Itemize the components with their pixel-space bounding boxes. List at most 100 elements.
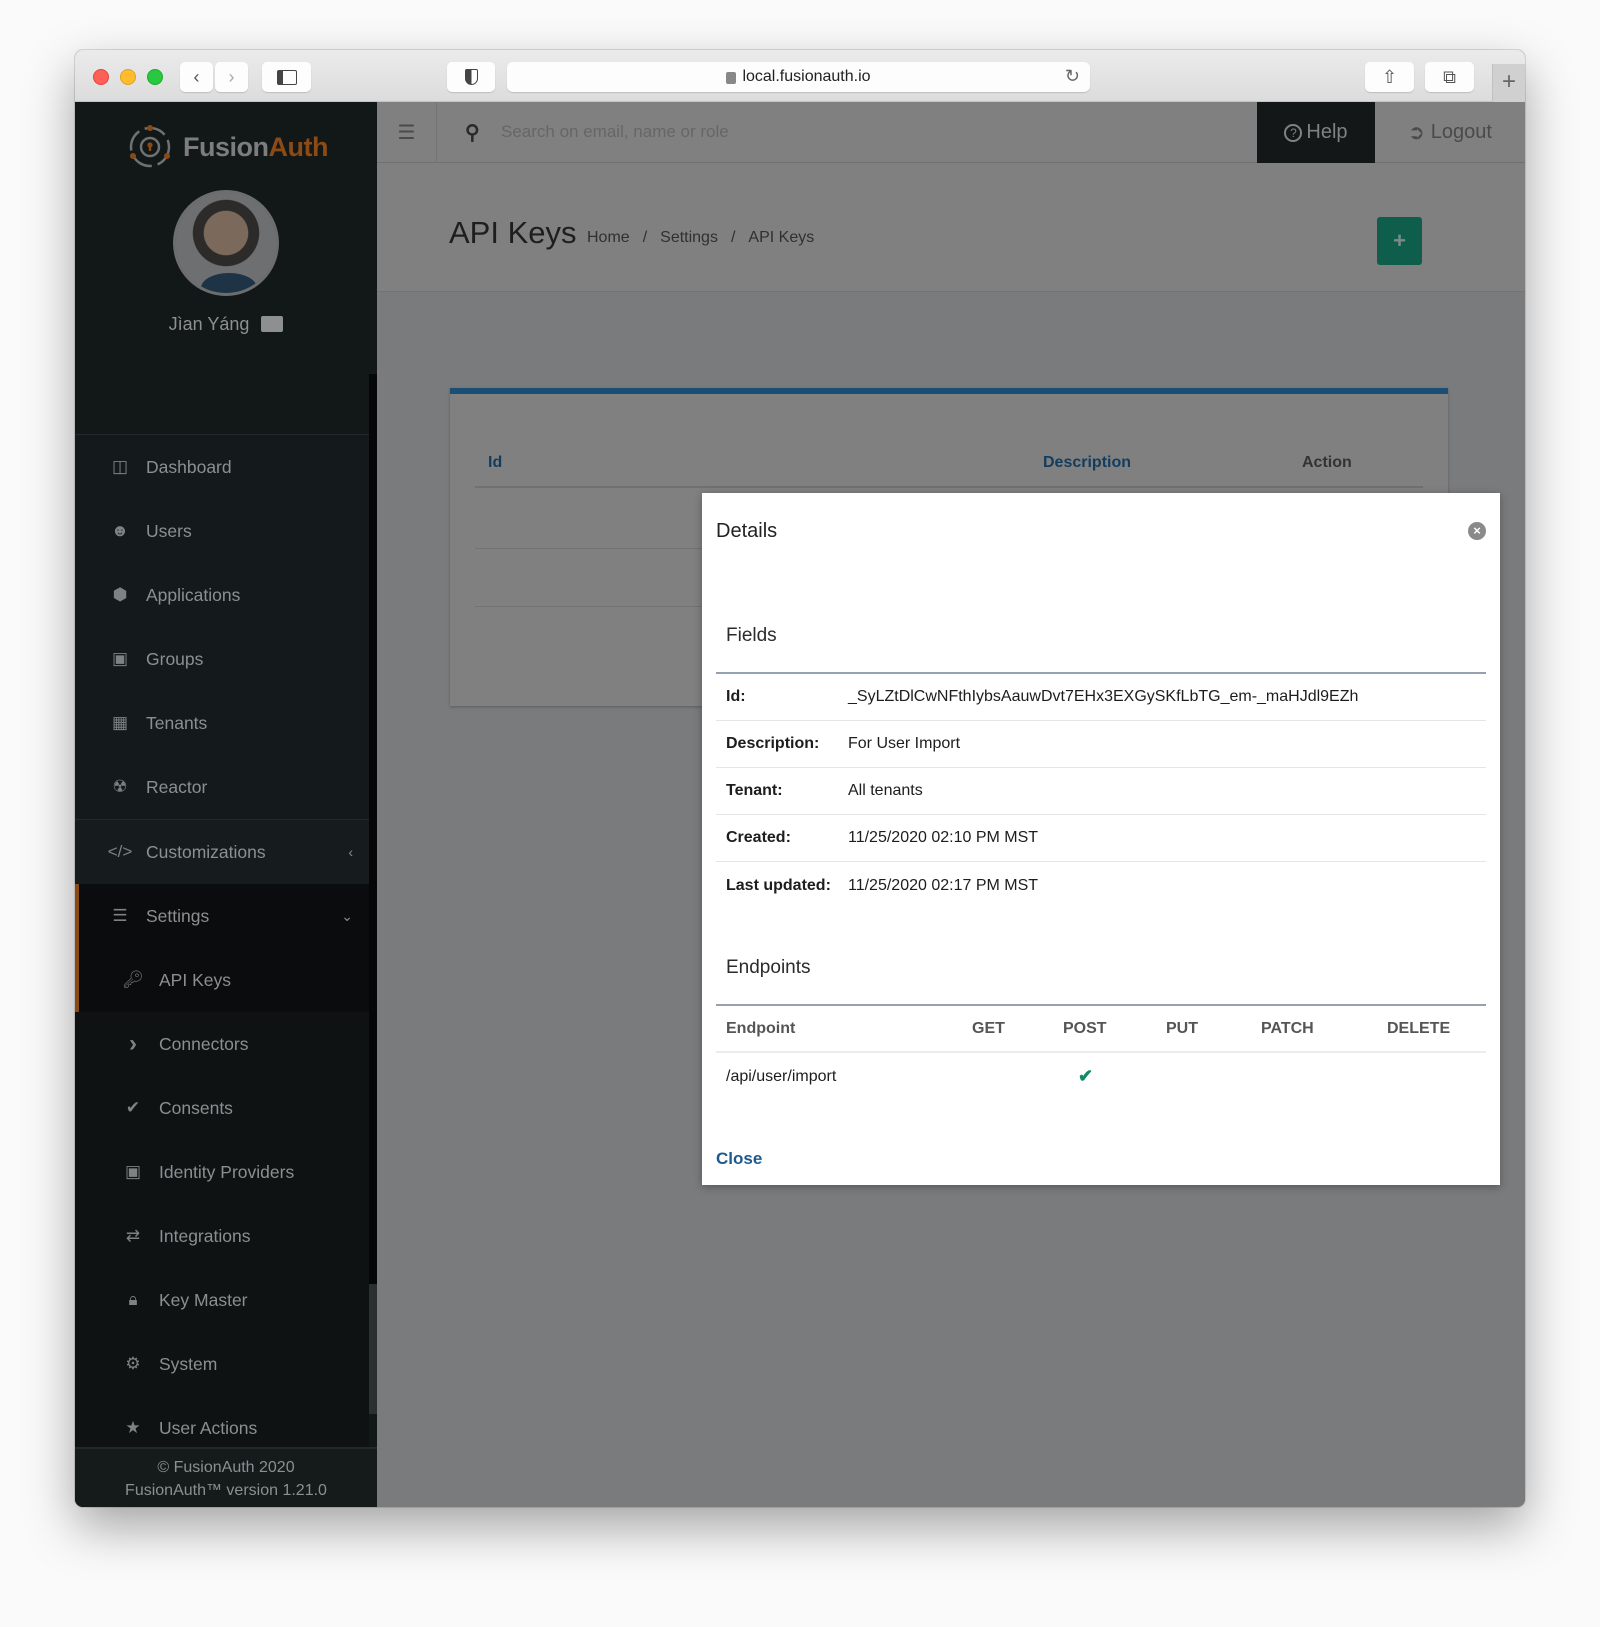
browser-window: ‹ › local.fusionauth.io ↻ ⇧ ⧉ + FusionAu…	[75, 50, 1525, 1507]
breadcrumb-settings[interactable]: Settings	[660, 229, 718, 246]
column-header-delete: DELETE	[1387, 1020, 1451, 1037]
sidebar-scrollbar-thumb[interactable]	[369, 1284, 377, 1414]
zoom-window-button[interactable]	[147, 69, 163, 85]
endpoint-path: /api/user/import	[726, 1068, 837, 1085]
sidebar-item-identity-providers[interactable]: ▣ Identity Providers	[75, 1140, 369, 1204]
sidebar-item-connectors[interactable]: › Connectors	[75, 1012, 369, 1076]
fusionauth-logo[interactable]: FusionAuth	[127, 122, 328, 172]
shield-icon	[464, 69, 478, 85]
sidebar-item-users[interactable]: ☻ Users	[75, 499, 369, 563]
back-icon: ‹	[193, 66, 200, 87]
chevron-left-icon: ‹	[348, 844, 353, 860]
column-header-patch: PATCH	[1261, 1020, 1314, 1037]
forward-icon: ›	[228, 66, 235, 87]
user-name[interactable]: Jìan Yáng	[169, 314, 250, 334]
column-header-endpoint: Endpoint	[726, 1020, 796, 1037]
avatar[interactable]	[173, 190, 279, 296]
sliders-icon: ☰	[112, 906, 128, 925]
share-icon: ⇧	[1381, 66, 1398, 87]
version-text: FusionAuth™ version 1.21.0	[125, 1482, 327, 1499]
field-row-tenant: Tenant: All tenants	[716, 768, 1486, 815]
sidebar-item-api-keys[interactable]: 🔑︎ API Keys	[75, 948, 369, 1012]
field-row-description: Description: For User Import	[716, 721, 1486, 768]
field-row-last-updated: Last updated: 11/25/2020 02:17 PM MST	[716, 862, 1486, 909]
minimize-window-button[interactable]	[120, 69, 136, 85]
logout-label: Logout	[1430, 121, 1492, 143]
sidebar-item-dashboard[interactable]: ◫ Dashboard	[75, 435, 369, 499]
sidebar-scrollbar[interactable]	[369, 374, 377, 1414]
add-api-key-button[interactable]: +	[1377, 217, 1422, 265]
close-window-button[interactable]	[93, 69, 109, 85]
users-icon: ☻	[111, 521, 129, 540]
sidebar-toggle-icon	[276, 69, 297, 85]
tabs-icon: ⧉	[1443, 66, 1456, 87]
sidebar-item-label: Consents	[159, 1097, 233, 1118]
share-button[interactable]: ⇧	[1365, 62, 1414, 92]
menu-toggle-button[interactable]: ☰	[377, 102, 437, 163]
address-bar[interactable]: local.fusionauth.io ↻	[507, 62, 1090, 92]
endpoints-section-title: Endpoints	[726, 957, 811, 978]
back-button[interactable]: ‹	[180, 62, 213, 92]
sidebar-item-label: Users	[146, 520, 192, 541]
close-icon[interactable]: ×	[1468, 522, 1486, 540]
plus-icon: +	[1393, 228, 1406, 253]
sidebar-footer: © FusionAuth 2020 FusionAuth™ version 1.…	[75, 1447, 377, 1507]
sidebar-item-label: Settings	[146, 905, 210, 926]
new-tab-button[interactable]: +	[1492, 64, 1525, 102]
privacy-button[interactable]	[447, 62, 495, 92]
sidebar-item-tenants[interactable]: ▦ Tenants	[75, 691, 369, 755]
sidebar-item-label: Applications	[146, 584, 241, 605]
sidebar-item-label: User Actions	[159, 1417, 258, 1438]
new-tab-icon: +	[1501, 68, 1516, 95]
sidebar-item-integrations[interactable]: ⇄ Integrations	[75, 1204, 369, 1268]
sidebar: FusionAuth Jìan Yáng ◫ Dashboard ☻ Users ⬢…	[75, 102, 377, 1507]
sidebar-item-key-master[interactable]: 🔒︎ Key Master	[75, 1268, 369, 1332]
sidebar-item-label: Connectors	[159, 1033, 249, 1054]
field-value: 11/25/2020 02:17 PM MST	[848, 876, 1039, 894]
sidebar-toggle-button[interactable]	[262, 62, 311, 92]
help-button[interactable]: ? Help	[1257, 102, 1375, 163]
column-header-description[interactable]: Description	[1043, 454, 1131, 472]
field-label: Last updated:	[726, 876, 831, 894]
column-header-id[interactable]: Id	[488, 454, 502, 472]
field-value: All tenants	[848, 782, 923, 799]
sidebar-item-groups[interactable]: ▣ Groups	[75, 627, 369, 691]
fusionauth-logo-icon	[129, 125, 171, 168]
main-content: ☰ ⚲ ?Help ➲Logout API Keys Home/Settings…	[377, 102, 1525, 1507]
reload-icon[interactable]: ↻	[1065, 66, 1080, 87]
sidebar-item-customizations[interactable]: </> Customizations ‹	[75, 820, 369, 884]
field-value: For User Import	[848, 735, 961, 752]
sidebar-item-applications[interactable]: ⬢ Applications	[75, 563, 369, 627]
sidebar-nav: ◫ Dashboard ☻ Users ⬢ Applications ▣ Groups …	[75, 434, 369, 1507]
sidebar-item-label: Integrations	[159, 1225, 251, 1246]
exchange-icon: ⇄	[125, 1226, 141, 1245]
close-button[interactable]: Close	[716, 1149, 762, 1169]
menu-collapse-icon: ☰	[397, 122, 416, 144]
sidebar-item-label: Identity Providers	[159, 1161, 295, 1182]
groups-icon: ▣	[111, 649, 129, 668]
sidebar-item-label: API Keys	[159, 969, 231, 990]
sidebar-item-label: Groups	[146, 648, 204, 669]
field-value: 11/25/2020 02:10 PM MST	[848, 829, 1039, 846]
column-header-post: POST	[1063, 1020, 1107, 1037]
breadcrumb-current: API Keys	[748, 229, 815, 246]
id-badge-icon: ▣	[124, 1162, 142, 1181]
breadcrumb-home[interactable]: Home	[587, 229, 630, 246]
forward-button[interactable]: ›	[215, 62, 248, 92]
column-header-action: Action	[1302, 454, 1352, 471]
help-label: Help	[1306, 121, 1348, 143]
question-circle-icon: ?	[1284, 123, 1303, 142]
lock-icon	[726, 72, 737, 84]
tabs-overview-button[interactable]: ⧉	[1425, 62, 1474, 92]
field-label: Description:	[726, 735, 820, 752]
endpoint-row: /api/user/import ✔	[716, 1054, 1486, 1101]
sidebar-item-reactor[interactable]: ☢ Reactor	[75, 755, 369, 819]
logout-button[interactable]: ➲ Logout	[1375, 102, 1525, 163]
page-title: API Keys	[449, 215, 577, 250]
sidebar-item-settings[interactable]: ☰ Settings ⌄	[75, 884, 369, 948]
sidebar-item-system[interactable]: ⚙ System	[75, 1332, 369, 1396]
id-card-icon[interactable]	[261, 316, 284, 332]
trophy-icon: ★	[125, 1418, 141, 1437]
sidebar-item-consents[interactable]: ✔ Consents	[75, 1076, 369, 1140]
search-input[interactable]	[501, 116, 1101, 148]
